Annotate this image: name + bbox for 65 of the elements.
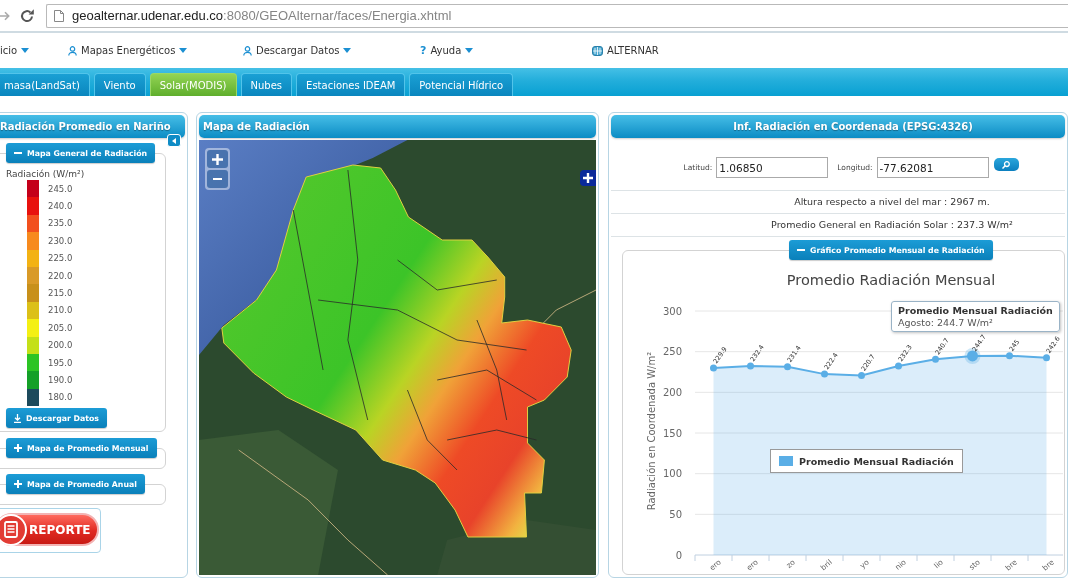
- download-icon: [14, 413, 21, 423]
- y-tick-label: 300: [662, 305, 682, 317]
- menu-item[interactable]: ALTERNAR: [592, 45, 659, 56]
- longitude-input[interactable]: -77.62081: [876, 157, 989, 178]
- scale-value-label: 240.0: [48, 201, 73, 212]
- scale-value-label: 205.0: [48, 322, 73, 333]
- scale-value-label: 215.0: [48, 288, 73, 299]
- scale-value-label: 220.0: [48, 270, 73, 281]
- zoom-in-button[interactable]: [207, 150, 228, 168]
- tab[interactable]: masa(LandSat): [0, 73, 90, 96]
- y-axis-title: Radiación en Coordenada W/m²: [646, 351, 657, 511]
- tab[interactable]: Estaciones IDEAM: [296, 73, 406, 96]
- user-icon: [243, 45, 252, 56]
- page-icon: [54, 9, 64, 22]
- address-field[interactable]: geoalternar.udenar.edu.co:8080/GEOAlternar/faces/Energia.xhtml: [46, 3, 1068, 28]
- search-icon: [1002, 160, 1010, 169]
- tab[interactable]: Viento: [93, 73, 146, 96]
- scale-value-label: 180.0: [48, 392, 73, 403]
- caret-left-icon: [172, 137, 176, 144]
- plus-icon: [212, 153, 223, 165]
- scale-value-label: 225.0: [48, 253, 73, 264]
- tooltip-title: Promedio Mensual Radiación: [898, 305, 1053, 316]
- y-tick-label: 250: [662, 346, 682, 358]
- scale-title: Radiación (W/m²): [6, 169, 86, 180]
- tab[interactable]: Nubes: [240, 73, 293, 96]
- tooltip-text: Agosto: 244.7 W/m²: [898, 317, 994, 328]
- panel-title: Radiación Promedio en Nariño: [0, 115, 185, 138]
- tab[interactable]: Solar(MODIS): [149, 73, 237, 96]
- grid-icon: [592, 45, 603, 56]
- plus-icon: [583, 173, 593, 183]
- menu-item[interactable]: ? Ayuda: [420, 44, 474, 57]
- info-text: Altura respecto a nivel del mar : 2967 m.: [611, 190, 1065, 213]
- zoom-out-button[interactable]: [207, 170, 228, 188]
- y-tick-label: 150: [662, 427, 682, 439]
- y-tick-label: 200: [662, 386, 682, 398]
- menu-item[interactable]: Mapas Energéticos: [68, 45, 188, 56]
- tab[interactable]: Potencial Hídrico: [409, 73, 514, 96]
- chart-title: Promedio Radiación Mensual: [786, 272, 996, 288]
- panel-title: Mapa de Radiación: [199, 115, 596, 138]
- y-tick-label: 0: [675, 549, 682, 561]
- scale-value-label: 190.0: [48, 375, 73, 385]
- scale-value-label: 235.0: [48, 218, 73, 229]
- help-icon: ?: [420, 44, 427, 57]
- scale-value-label: 230.0: [48, 235, 73, 246]
- scale-value-label: 210.0: [48, 305, 73, 316]
- menu-item[interactable]: Descargar Datos: [243, 45, 352, 56]
- menu-item[interactable]: icio: [0, 45, 30, 56]
- search-button[interactable]: [993, 158, 1019, 171]
- info-text: Promedio General en Radiación Solar : 237.3 W/m²: [611, 213, 1065, 236]
- legend-label: Promedio Mensual Radiación: [799, 455, 954, 467]
- y-tick-label: 100: [662, 468, 682, 480]
- y-tick-label: 50: [669, 508, 682, 520]
- reload-icon[interactable]: [20, 8, 34, 23]
- report-button[interactable]: REPORTE: [0, 513, 99, 547]
- collapse-button[interactable]: [167, 134, 181, 147]
- panel-title: Inf. Radiación en Coordenada (EPSG:4326): [611, 115, 1065, 138]
- scale-value-label: 195.0: [48, 357, 73, 368]
- latitude-input[interactable]: 1.06850: [716, 157, 829, 178]
- scale-value-label: 245.0: [48, 183, 73, 194]
- chart-legend[interactable]: Promedio Mensual Radiación: [770, 449, 963, 473]
- user-icon: [68, 45, 77, 56]
- minus-icon: [213, 178, 222, 180]
- scale-value-label: 200.0: [48, 340, 73, 351]
- url-text: geoalternar.udenar.edu.co:8080/GEOAlternar/faces/Energia.xhtml: [72, 8, 452, 23]
- layer-switcher-button[interactable]: [580, 170, 596, 186]
